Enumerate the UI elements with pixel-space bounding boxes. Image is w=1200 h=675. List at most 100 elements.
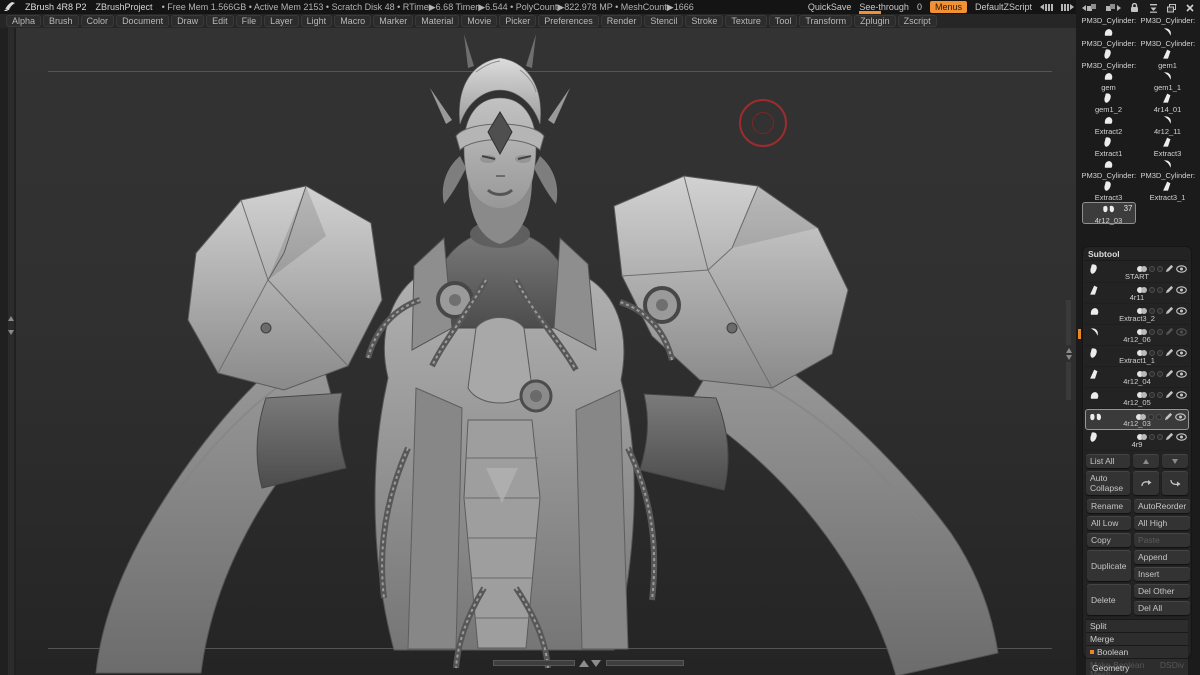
paint-brush-icon[interactable] xyxy=(1165,390,1174,399)
redo-arrow-icon[interactable] xyxy=(1133,471,1159,495)
paint-brush-icon[interactable] xyxy=(1165,285,1174,294)
right-tray-scrollbar[interactable] xyxy=(1066,28,1072,675)
tool-item[interactable]: 4r14_01 xyxy=(1141,92,1195,114)
canvas-bottom-scrollbar[interactable] xyxy=(16,659,1076,669)
toggle-dot-icon[interactable] xyxy=(1149,308,1155,314)
list-all-button[interactable]: List All xyxy=(1086,454,1130,468)
menu-item[interactable]: File xyxy=(236,15,263,27)
default-zscript-button[interactable]: DefaultZScript xyxy=(975,2,1032,12)
menu-item[interactable]: Movie xyxy=(461,15,497,27)
merge-section[interactable]: Merge xyxy=(1086,633,1188,646)
autoreorder-button[interactable]: AutoReorder xyxy=(1134,499,1190,513)
paint-brush-icon[interactable] xyxy=(1165,369,1174,378)
polypaint-dot-icon[interactable] xyxy=(1141,266,1147,272)
menu-item[interactable]: Light xyxy=(301,15,333,27)
toggle-dot-icon[interactable] xyxy=(1157,350,1163,356)
polypaint-dot-icon[interactable] xyxy=(1141,392,1147,398)
visibility-eye-icon[interactable] xyxy=(1176,307,1187,315)
menu-item[interactable]: Zscript xyxy=(898,15,937,27)
tool-item[interactable]: gem1 xyxy=(1141,48,1195,70)
paint-brush-icon[interactable] xyxy=(1165,432,1174,441)
visibility-eye-icon[interactable] xyxy=(1176,349,1187,357)
auto-collapse-button[interactable]: Auto Collapse xyxy=(1086,471,1130,495)
subtool-row[interactable]: Extract1_1 xyxy=(1085,346,1189,367)
toggle-dot-icon[interactable] xyxy=(1149,434,1155,440)
subtool-row[interactable]: 4r9 xyxy=(1085,430,1189,451)
split-section[interactable]: Split xyxy=(1086,620,1188,633)
polypaint-dot-icon[interactable] xyxy=(1141,329,1147,335)
tool-item[interactable]: 37 4r12_03 xyxy=(1082,202,1136,224)
tool-item[interactable]: Extract1 xyxy=(1082,136,1136,158)
scroll-segment[interactable] xyxy=(1066,362,1071,400)
append-button[interactable]: Append xyxy=(1134,550,1190,564)
menu-item[interactable]: Alpha xyxy=(6,15,41,27)
toggle-dot-icon[interactable] xyxy=(1149,329,1155,335)
menu-item[interactable]: Picker xyxy=(499,15,536,27)
subtool-row[interactable]: Extract3_2 xyxy=(1085,304,1189,325)
toggle-dot-icon[interactable] xyxy=(1157,371,1163,377)
visibility-eye-icon[interactable] xyxy=(1176,433,1187,441)
subtool-header[interactable]: Subtool xyxy=(1085,247,1189,261)
tool-item[interactable]: Extract3_1 xyxy=(1141,180,1195,202)
menu-item[interactable]: Texture xyxy=(725,15,767,27)
subtool-row[interactable]: 4r12_06 xyxy=(1085,325,1189,346)
toggle-dot-icon[interactable] xyxy=(1157,287,1163,293)
subtool-toggles[interactable] xyxy=(1137,285,1187,294)
visibility-eye-icon[interactable] xyxy=(1176,370,1187,378)
polypaint-dot-icon[interactable] xyxy=(1141,287,1147,293)
scroll-up-icon[interactable] xyxy=(8,316,14,321)
panel-pages-right-icon[interactable] xyxy=(1106,4,1121,13)
menus-toggle-button[interactable]: Menus xyxy=(930,1,967,13)
insert-button[interactable]: Insert xyxy=(1134,567,1190,581)
toggle-dot-icon[interactable] xyxy=(1157,392,1163,398)
cascade-windows-icon[interactable] xyxy=(1167,4,1177,13)
all-high-button[interactable]: All High xyxy=(1134,516,1190,530)
divider-collapse-icon[interactable] xyxy=(1040,4,1053,11)
paint-brush-icon[interactable] xyxy=(1165,264,1174,273)
move-up-button[interactable] xyxy=(1133,454,1159,468)
tool-item[interactable]: gem1_1 xyxy=(1141,70,1195,92)
tool-item[interactable]: PM3D_Cylinder: xyxy=(1141,158,1195,180)
menu-item[interactable]: Edit xyxy=(206,15,234,27)
visibility-eye-icon[interactable] xyxy=(1176,328,1187,336)
menu-item[interactable]: Render xyxy=(601,15,643,27)
menu-item[interactable]: Tool xyxy=(769,15,798,27)
tool-item[interactable]: Extract3 xyxy=(1141,136,1195,158)
subtool-row[interactable]: 4r11 xyxy=(1085,283,1189,304)
visibility-eye-icon[interactable] xyxy=(1176,391,1187,399)
duplicate-button[interactable]: Duplicate xyxy=(1087,550,1131,581)
divider-expand-icon[interactable] xyxy=(1061,4,1074,11)
toggle-dot-icon[interactable] xyxy=(1157,266,1163,272)
menu-item[interactable]: Color xyxy=(81,15,115,27)
subtool-toggles[interactable] xyxy=(1137,432,1187,441)
toggle-dot-icon[interactable] xyxy=(1157,329,1163,335)
polypaint-dot-icon[interactable] xyxy=(1141,434,1147,440)
all-low-button[interactable]: All Low xyxy=(1087,516,1131,530)
lock-icon[interactable] xyxy=(1130,3,1139,13)
paint-brush-icon[interactable] xyxy=(1165,306,1174,315)
scroll-down-icon[interactable] xyxy=(8,330,14,335)
scroll-up-icon[interactable] xyxy=(579,660,589,667)
boolean-section[interactable]: Boolean xyxy=(1086,646,1188,659)
menu-item[interactable]: Brush xyxy=(43,15,79,27)
toggle-dot-icon[interactable] xyxy=(1149,266,1155,272)
tool-item[interactable]: PM3D_Cylinder: xyxy=(1082,48,1136,70)
menu-item[interactable]: Draw xyxy=(171,15,204,27)
scroll-down-icon[interactable] xyxy=(1066,355,1072,360)
rename-button[interactable]: Rename xyxy=(1087,499,1131,513)
menu-item[interactable]: Material xyxy=(415,15,459,27)
toggle-dot-icon[interactable] xyxy=(1157,434,1163,440)
menu-item[interactable]: Macro xyxy=(334,15,371,27)
menu-item[interactable]: Preferences xyxy=(538,15,599,27)
del-other-button[interactable]: Del Other xyxy=(1134,584,1190,598)
paint-brush-icon[interactable] xyxy=(1165,327,1174,336)
toggle-dot-icon[interactable] xyxy=(1156,414,1162,420)
see-through-slider[interactable]: See-through xyxy=(859,2,909,13)
tool-item[interactable]: PM3D_Cylinder: xyxy=(1141,26,1195,48)
document-canvas[interactable] xyxy=(16,28,1076,675)
toggle-dot-icon[interactable] xyxy=(1149,350,1155,356)
scroll-handle-right[interactable] xyxy=(606,660,684,666)
tool-item[interactable]: PM3D_Cylinder: xyxy=(1141,16,1195,26)
branch-arrow-icon[interactable] xyxy=(1162,471,1188,495)
polypaint-dot-icon[interactable] xyxy=(1141,308,1147,314)
